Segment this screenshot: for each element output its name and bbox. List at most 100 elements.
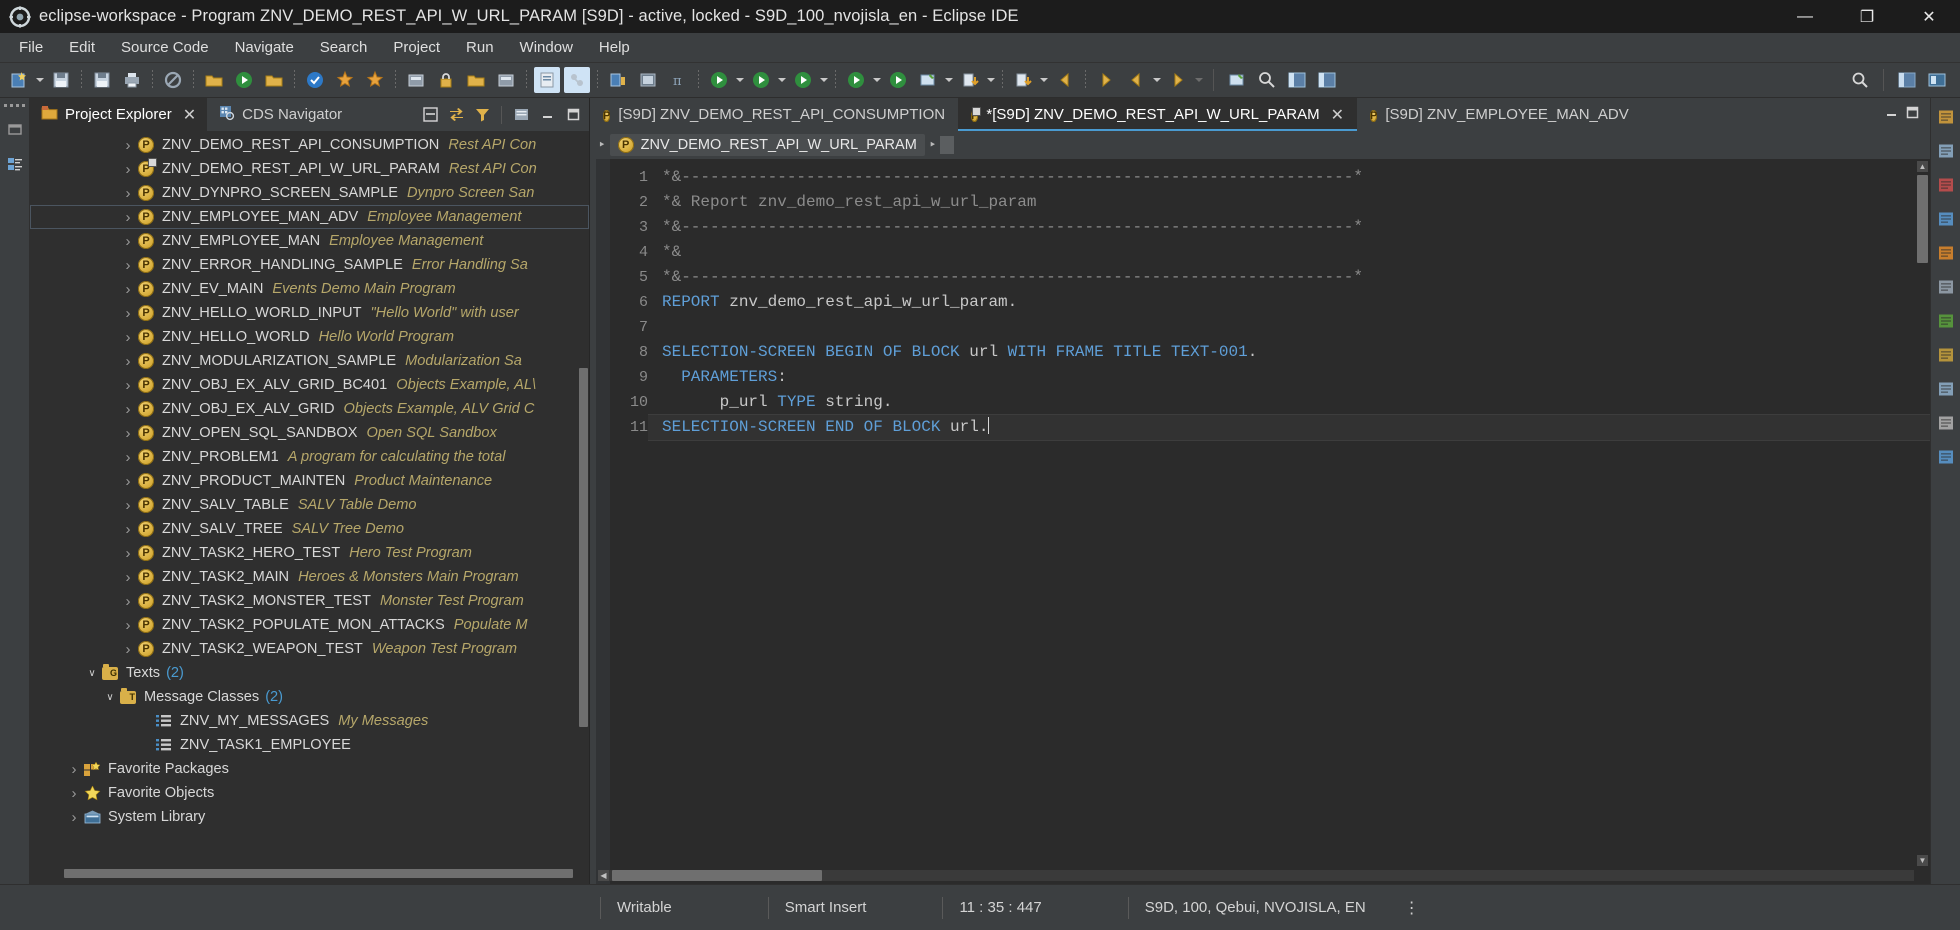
explorer-vertical-scrollbar[interactable] bbox=[579, 133, 588, 824]
search-icon[interactable] bbox=[1254, 67, 1280, 93]
forward-arrow-icon[interactable] bbox=[1093, 67, 1119, 93]
quickfix-dropdown-arrow[interactable] bbox=[943, 67, 955, 93]
filter-icon[interactable] bbox=[470, 103, 494, 127]
open-perspective-icon[interactable] bbox=[1894, 67, 1920, 93]
new-window-icon[interactable] bbox=[1224, 67, 1250, 93]
perspective2-icon[interactable] bbox=[1314, 67, 1340, 93]
run-as-icon[interactable] bbox=[748, 67, 774, 93]
code-line[interactable]: *& bbox=[662, 240, 1930, 265]
chevron-right-icon[interactable]: › bbox=[120, 209, 136, 226]
menu-project[interactable]: Project bbox=[380, 35, 453, 60]
drag-handle-dots[interactable] bbox=[4, 104, 25, 107]
data-preview-icon[interactable] bbox=[1935, 310, 1957, 332]
tree-item[interactable]: › System Library bbox=[30, 805, 589, 829]
explorer-scroll-thumb[interactable] bbox=[579, 367, 588, 728]
abap-doc-icon[interactable] bbox=[534, 67, 560, 93]
new-abap-object-icon[interactable] bbox=[6, 67, 32, 93]
activate-all-star-icon[interactable] bbox=[362, 67, 388, 93]
new-abap-object-dropdown-arrow[interactable] bbox=[34, 67, 46, 93]
chevron-right-icon[interactable]: › bbox=[120, 377, 136, 394]
chevron-right-icon[interactable]: › bbox=[66, 761, 82, 778]
close-button[interactable]: ✕ bbox=[1898, 0, 1960, 33]
run-profile-icon[interactable] bbox=[843, 67, 869, 93]
chevron-right-icon[interactable]: › bbox=[120, 425, 136, 442]
outline-icon[interactable] bbox=[1935, 106, 1957, 128]
editor-tab[interactable]: P *[S9D] ZNV_DEMO_REST_API_W_URL_PARAM ✕ bbox=[958, 98, 1357, 131]
chevron-right-icon[interactable]: › bbox=[120, 353, 136, 370]
chevron-right-icon[interactable]: › bbox=[120, 473, 136, 490]
code-line[interactable]: *& Report znv_demo_rest_api_w_url_param bbox=[662, 190, 1930, 215]
abap-console-icon[interactable] bbox=[1935, 208, 1957, 230]
chevron-down-icon[interactable]: ∨ bbox=[84, 668, 100, 679]
tree-item[interactable]: ∨ G Texts (2) bbox=[30, 661, 589, 685]
feed-reader-icon[interactable] bbox=[1935, 242, 1957, 264]
run-as-dropdown-arrow[interactable] bbox=[776, 67, 788, 93]
project-explorer-rail-icon[interactable] bbox=[7, 156, 23, 177]
status-overflow-menu[interactable]: ⋮ bbox=[1382, 898, 1422, 918]
tree-item[interactable]: ∨ T Message Classes (2) bbox=[30, 685, 589, 709]
chevron-right-icon[interactable]: › bbox=[120, 233, 136, 250]
bookmarks-icon[interactable] bbox=[1935, 412, 1957, 434]
chevron-right-icon[interactable]: › bbox=[120, 641, 136, 658]
next-arrow-dropdown-arrow[interactable] bbox=[1193, 67, 1205, 93]
chevron-down-icon[interactable]: ∨ bbox=[102, 692, 118, 703]
editor-vertical-scrollbar[interactable]: ▲ ▼ bbox=[1917, 161, 1928, 866]
editor-tab[interactable]: P [S9D] ZNV_DEMO_REST_API_CONSUMPTION bbox=[590, 98, 958, 131]
code-line[interactable] bbox=[662, 315, 1930, 340]
explorer-tab-cds-navigator[interactable]: CDS Navigator bbox=[207, 98, 353, 131]
menu-search[interactable]: Search bbox=[307, 35, 381, 60]
save-icon[interactable] bbox=[48, 67, 74, 93]
code-line[interactable]: *&--------------------------------------… bbox=[662, 215, 1930, 240]
menu-file[interactable]: File bbox=[6, 35, 56, 60]
tree-item[interactable]: › P ZNV_OBJ_EX_ALV_GRID_BC401 Objects Examp… bbox=[30, 373, 589, 397]
menu-edit[interactable]: Edit bbox=[56, 35, 108, 60]
run-green-icon[interactable] bbox=[231, 67, 257, 93]
lock-icon[interactable] bbox=[433, 67, 459, 93]
editor-hscroll-thumb[interactable] bbox=[612, 870, 822, 881]
scroll-down-arrow[interactable]: ▼ bbox=[1917, 855, 1928, 866]
abap-perspective-icon[interactable] bbox=[1924, 67, 1950, 93]
chevron-right-icon[interactable]: › bbox=[120, 545, 136, 562]
link-editor-icon[interactable] bbox=[605, 67, 631, 93]
no-entry-icon[interactable] bbox=[160, 67, 186, 93]
minimize-button[interactable]: — bbox=[1774, 0, 1836, 33]
tree-item[interactable]: › P ZNV_TASK2_HERO_TEST Hero Test Program bbox=[30, 541, 589, 565]
code-line[interactable]: SELECTION-SCREEN END OF BLOCK url. bbox=[648, 414, 1930, 441]
minimize-icon[interactable] bbox=[1884, 105, 1899, 125]
tree-item[interactable]: › P ZNV_PROBLEM1 A program for calculating … bbox=[30, 445, 589, 469]
run-profile-dropdown-arrow[interactable] bbox=[871, 67, 883, 93]
filmstrip-icon[interactable] bbox=[635, 67, 661, 93]
code-line[interactable]: SELECTION-SCREEN BEGIN OF BLOCK url WITH… bbox=[662, 340, 1930, 365]
code-line[interactable]: *&--------------------------------------… bbox=[662, 265, 1930, 290]
menu-run[interactable]: Run bbox=[453, 35, 507, 60]
chevron-right-icon[interactable]: › bbox=[120, 449, 136, 466]
open-transport-icon[interactable] bbox=[463, 67, 489, 93]
tree-item[interactable]: › P ZNV_TASK2_WEAPON_TEST Weapon Test Progr… bbox=[30, 637, 589, 661]
tree-item[interactable]: › P ZNV_DYNPRO_SCREEN_SAMPLE Dynpro Screen … bbox=[30, 181, 589, 205]
tree-item[interactable]: › Favorite Packages bbox=[30, 757, 589, 781]
abap-profiling-icon[interactable] bbox=[885, 67, 911, 93]
chevron-right-icon[interactable]: › bbox=[120, 281, 136, 298]
code-line[interactable]: *&--------------------------------------… bbox=[662, 165, 1930, 190]
tree-item[interactable]: › Favorite Objects bbox=[30, 781, 589, 805]
search-icon[interactable] bbox=[1847, 67, 1873, 93]
pi-icon[interactable]: π bbox=[665, 67, 691, 93]
perspective-icon[interactable] bbox=[1284, 67, 1310, 93]
chevron-right-icon[interactable]: › bbox=[120, 161, 136, 178]
back-arrow-icon[interactable] bbox=[1052, 67, 1078, 93]
collapse-all-icon[interactable] bbox=[418, 103, 442, 127]
tree-item[interactable]: › P ZNV_ERROR_HANDLING_SAMPLE Error Handlin… bbox=[30, 253, 589, 277]
code-line[interactable]: REPORT znv_demo_rest_api_w_url_param. bbox=[662, 290, 1930, 315]
import-dropdown-arrow[interactable] bbox=[1038, 67, 1050, 93]
chevron-right-icon[interactable]: › bbox=[120, 185, 136, 202]
editor-tab[interactable]: P [S9D] ZNV_EMPLOYEE_MAN_ADV bbox=[1357, 98, 1642, 131]
chevron-right-icon[interactable]: › bbox=[120, 569, 136, 586]
next-arrow-icon[interactable] bbox=[1165, 67, 1191, 93]
chevron-right-icon[interactable]: › bbox=[120, 305, 136, 322]
debug-icon[interactable] bbox=[706, 67, 732, 93]
chevron-right-icon[interactable]: › bbox=[120, 401, 136, 418]
save-all-icon[interactable] bbox=[89, 67, 115, 93]
open-abap-dev-object-icon[interactable] bbox=[261, 67, 287, 93]
tree-item[interactable]: › P ZNV_PRODUCT_MAINTEN Product Maintenance bbox=[30, 469, 589, 493]
tree-item[interactable]: › P ZNV_TASK2_POPULATE_MON_ATTACKS Populate… bbox=[30, 613, 589, 637]
